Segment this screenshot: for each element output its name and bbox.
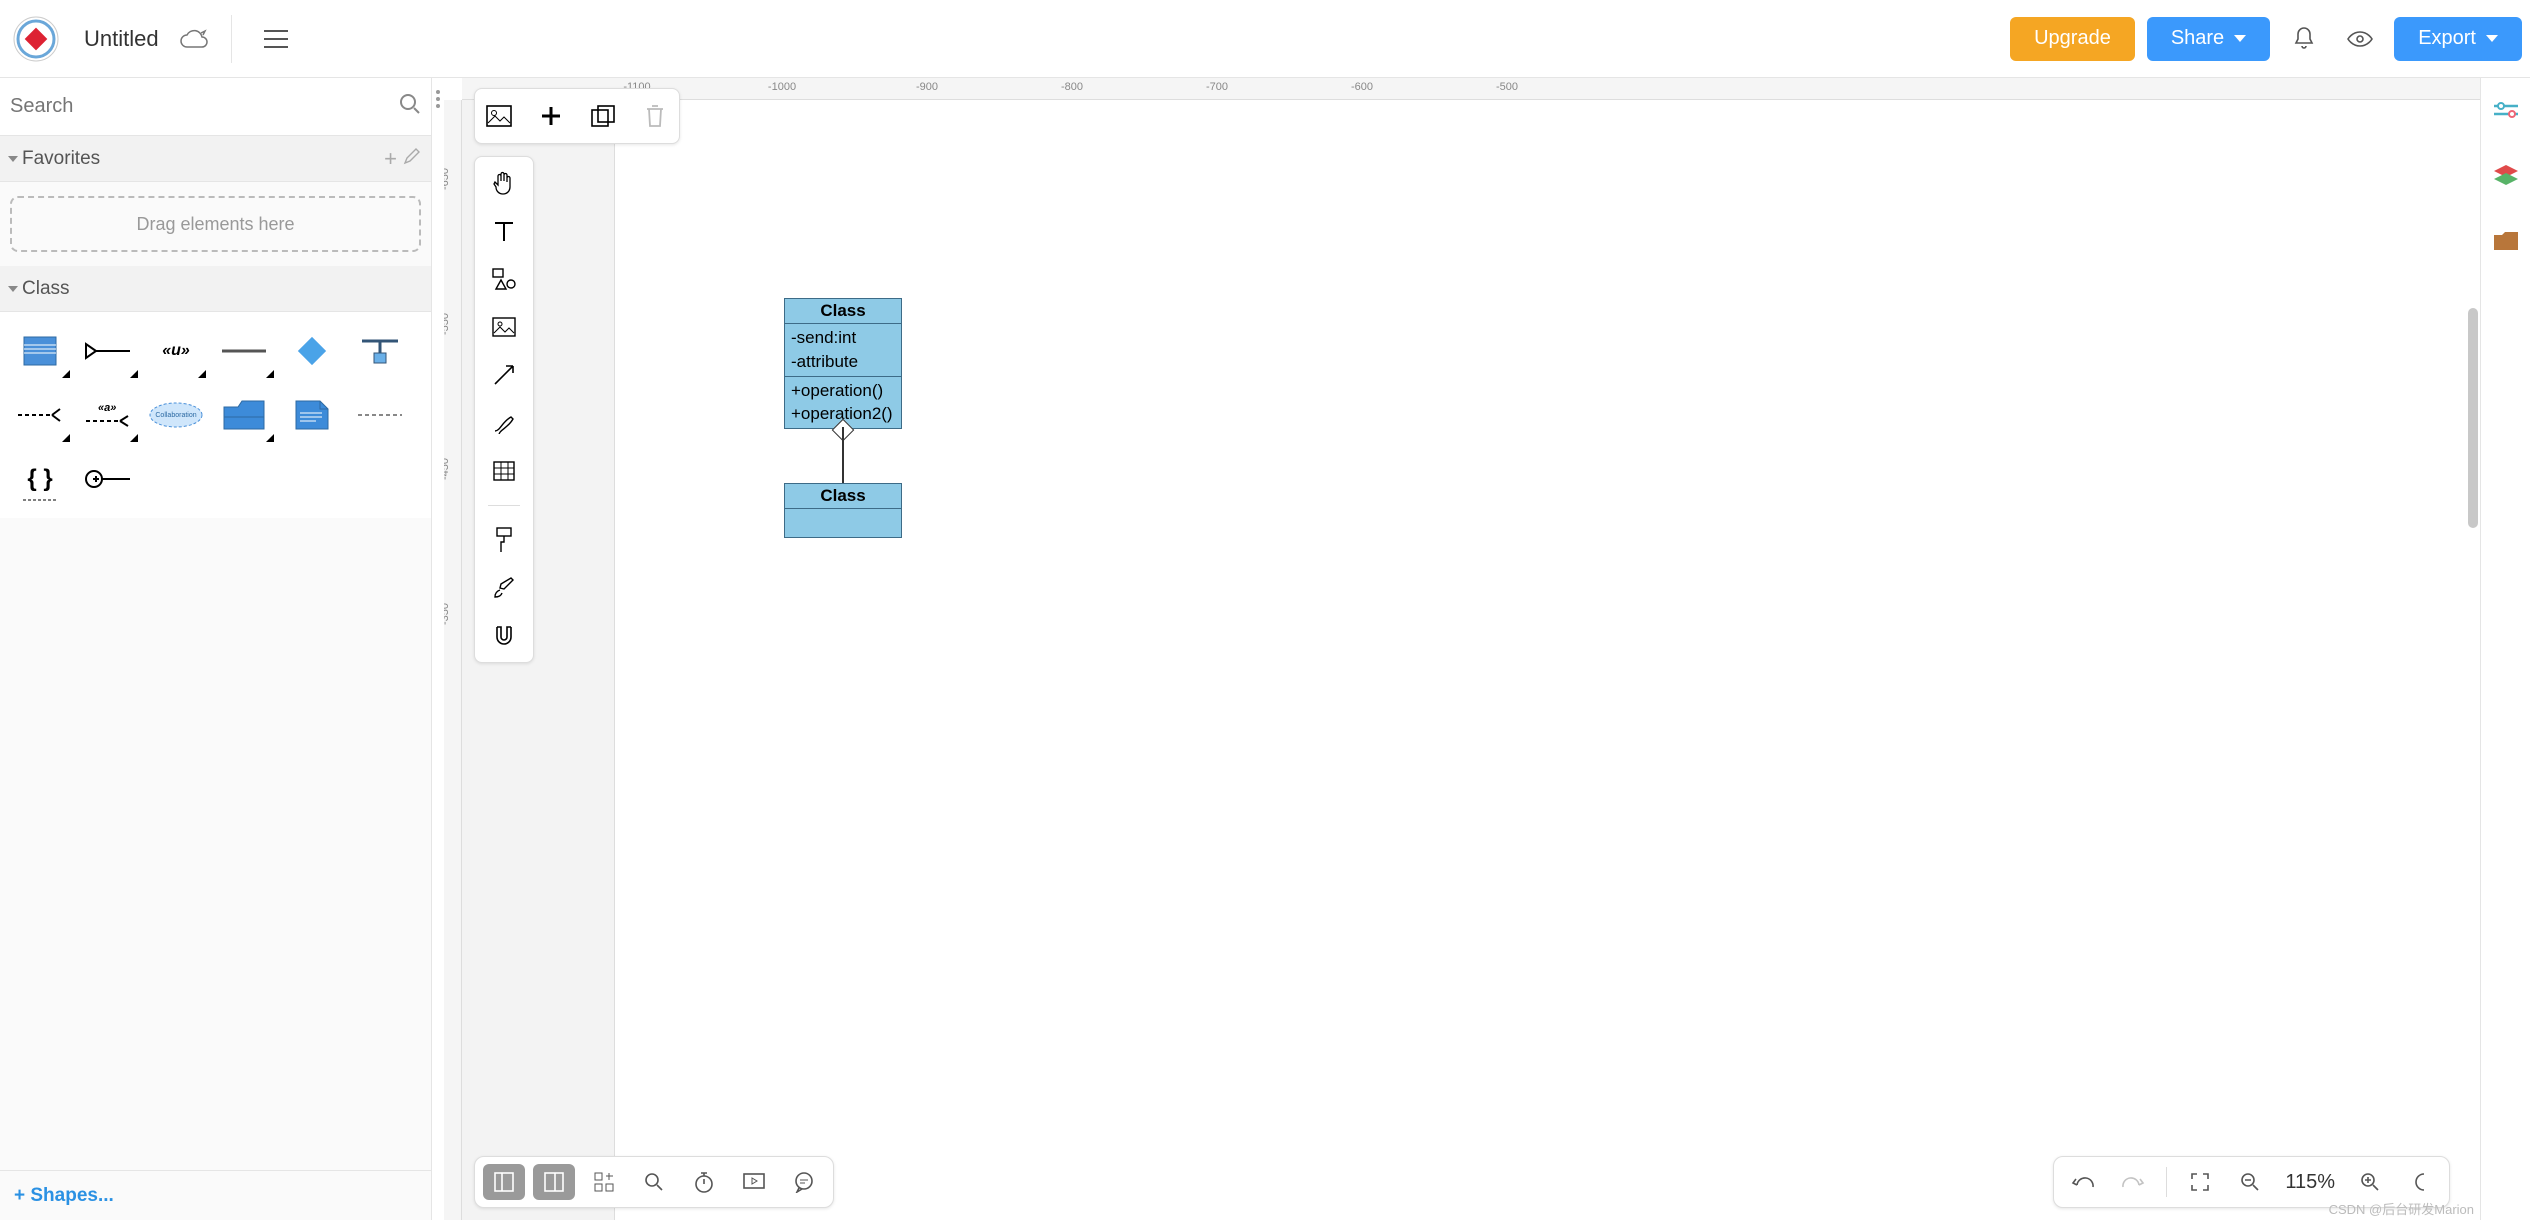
shape-generalization-arrow[interactable] xyxy=(76,322,140,380)
uml-attr: -send:int xyxy=(791,326,895,350)
notifications-icon[interactable] xyxy=(2282,17,2326,61)
arrow-tool-icon[interactable] xyxy=(490,361,518,389)
pan-hand-icon[interactable] xyxy=(490,169,518,197)
uml-op: +operation() xyxy=(791,379,895,403)
shape-association[interactable] xyxy=(212,322,276,380)
add-widget-icon[interactable] xyxy=(583,1164,625,1200)
favorites-dropzone[interactable]: Drag elements here xyxy=(10,196,421,252)
comment-icon[interactable] xyxy=(783,1164,825,1200)
svg-text:«a»: «a» xyxy=(98,402,116,414)
share-label: Share xyxy=(2171,27,2224,50)
shape-constraint-braces[interactable]: { } xyxy=(8,450,72,508)
format-painter-icon[interactable] xyxy=(490,526,518,554)
shape-tee-connector[interactable] xyxy=(348,322,412,380)
shapes-tool-icon[interactable] xyxy=(490,265,518,293)
page-edge xyxy=(614,100,615,1220)
zoom-in-icon[interactable] xyxy=(2349,1164,2391,1200)
chevron-down-icon xyxy=(2234,35,2246,42)
shape-dependency-arrow[interactable] xyxy=(8,386,72,444)
view-panel-icon[interactable] xyxy=(533,1164,575,1200)
brush-tool-icon[interactable] xyxy=(490,574,518,602)
upgrade-button[interactable]: Upgrade xyxy=(2010,17,2135,61)
find-icon[interactable] xyxy=(633,1164,675,1200)
shapes-panel: Favorites + Drag elements here Class «u»… xyxy=(0,78,432,1220)
magnet-snap-icon[interactable] xyxy=(490,622,518,650)
upgrade-label: Upgrade xyxy=(2034,27,2111,50)
shape-use-stereotype[interactable]: «u» xyxy=(144,322,208,380)
folder-icon[interactable] xyxy=(2492,230,2520,257)
document-title[interactable]: Untitled xyxy=(76,26,167,52)
tools-toolbar xyxy=(474,156,534,663)
uml-class-2[interactable]: Class xyxy=(784,483,902,538)
zoom-level[interactable]: 115% xyxy=(2279,1171,2341,1194)
export-button[interactable]: Export xyxy=(2394,17,2522,61)
presentation-icon[interactable] xyxy=(733,1164,775,1200)
shape-decision-diamond[interactable] xyxy=(280,322,344,380)
shape-class[interactable] xyxy=(8,322,72,380)
cloud-save-icon[interactable] xyxy=(179,29,207,49)
shape-note[interactable] xyxy=(280,386,344,444)
shape-collaboration[interactable]: Collaboration xyxy=(144,386,208,444)
zoom-out-icon[interactable] xyxy=(2229,1164,2271,1200)
uml-connector[interactable] xyxy=(842,427,844,483)
chevron-down-icon xyxy=(2486,35,2498,42)
divider xyxy=(231,15,232,63)
class-section-label: Class xyxy=(22,278,70,300)
canvas[interactable]: -1100 -1000 -900 -800 -700 -600 -500 -65… xyxy=(444,78,2480,1220)
chevron-down-icon xyxy=(8,156,18,162)
app-logo[interactable] xyxy=(8,11,64,67)
trash-icon[interactable] xyxy=(641,102,669,130)
class-section-header[interactable]: Class xyxy=(0,266,431,312)
share-button[interactable]: Share xyxy=(2147,17,2270,61)
uml-class-title: Class xyxy=(785,299,901,324)
ruler-vertical: -650 -550 -450 -350 xyxy=(444,100,462,1220)
pencil-icon[interactable] xyxy=(403,147,421,171)
uml-attr: -attribute xyxy=(791,350,895,374)
shape-package-folder[interactable] xyxy=(212,386,276,444)
shape-collaboration-label: Collaboration xyxy=(155,412,196,419)
text-tool-icon[interactable] xyxy=(490,217,518,245)
view-toolbar xyxy=(474,1156,834,1208)
canvas-actions-toolbar xyxy=(474,88,680,144)
fullscreen-icon[interactable] xyxy=(2179,1164,2221,1200)
view-split-icon[interactable] xyxy=(483,1164,525,1200)
favorites-label: Favorites xyxy=(22,148,100,170)
vertical-scrollbar[interactable] xyxy=(2468,308,2478,528)
insert-image-icon[interactable] xyxy=(485,102,513,130)
table-tool-icon[interactable] xyxy=(490,457,518,485)
chevron-down-icon xyxy=(8,286,18,292)
dark-mode-icon[interactable] xyxy=(2399,1164,2441,1200)
menu-button[interactable] xyxy=(256,19,296,59)
add-icon[interactable] xyxy=(537,102,565,130)
watermark: CSDN @后台研发Marion xyxy=(2329,1199,2474,1218)
right-rail xyxy=(2480,78,2530,1220)
sliders-icon[interactable] xyxy=(2492,102,2520,127)
redo-icon[interactable] xyxy=(2112,1164,2154,1200)
favorites-header[interactable]: Favorites + xyxy=(0,136,431,182)
panel-drag-handle[interactable] xyxy=(432,84,444,114)
shape-abstraction-arrow[interactable]: «a» xyxy=(76,386,140,444)
uml-class-title: Class xyxy=(785,484,901,509)
search-input[interactable] xyxy=(10,87,399,127)
export-label: Export xyxy=(2418,27,2476,50)
more-shapes-button[interactable]: + Shapes... xyxy=(0,1170,431,1220)
layers-icon[interactable] xyxy=(2492,163,2520,194)
shape-dashed-line[interactable] xyxy=(348,386,412,444)
duplicate-icon[interactable] xyxy=(589,102,617,130)
shape-interface-lollipop[interactable] xyxy=(76,450,140,508)
image-tool-icon[interactable] xyxy=(490,313,518,341)
plus-icon[interactable]: + xyxy=(384,146,397,172)
uml-class-1[interactable]: Class -send:int -attribute +operation() … xyxy=(784,298,902,429)
pen-tool-icon[interactable] xyxy=(490,409,518,437)
preview-icon[interactable] xyxy=(2338,17,2382,61)
undo-icon[interactable] xyxy=(2062,1164,2104,1200)
timer-icon[interactable] xyxy=(683,1164,725,1200)
ruler-horizontal: -1100 -1000 -900 -800 -700 -600 -500 xyxy=(462,78,2480,100)
search-icon[interactable] xyxy=(399,93,421,120)
